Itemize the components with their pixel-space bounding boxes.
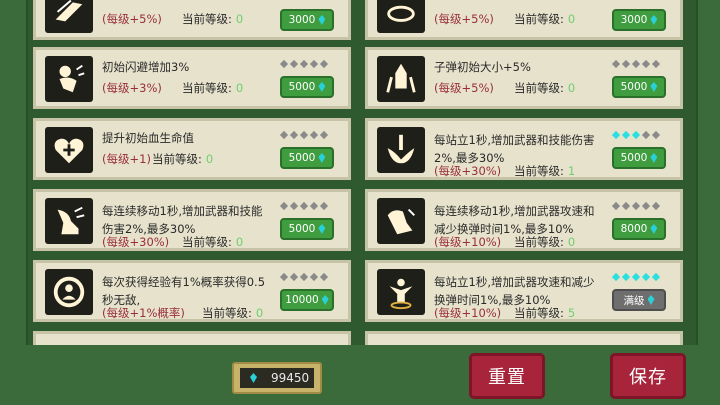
- upgrade-description: 每次获得经验有1%概率获得0.5秒无敌,: [102, 275, 266, 307]
- upgrade-bonus: (每级+30%): [102, 235, 170, 249]
- upgrade-bonus: (每级+10%): [434, 235, 502, 249]
- upgrade-level: 当前等级: 0: [182, 12, 244, 26]
- upgrade-bonus: (每级+3%): [102, 81, 162, 95]
- upgrade-bonus: (每级+5%): [434, 81, 494, 95]
- upgrade-icon: [45, 0, 93, 33]
- gem-icon: [647, 295, 655, 305]
- upgrade-buy-button[interactable]: 3000: [280, 9, 334, 31]
- upgrade-max-button[interactable]: 满级: [612, 289, 666, 311]
- upgrade-progress: [611, 59, 670, 69]
- gem-icon: [650, 153, 658, 163]
- gem-icon: [650, 82, 658, 92]
- upgrade-buy-button[interactable]: 5000: [280, 218, 334, 240]
- upgrade-description: 每站立1秒,增加武器和技能伤害2%,最多30%: [434, 133, 595, 165]
- dodge-icon: [45, 56, 93, 102]
- heart-icon: [45, 127, 93, 173]
- upgrade-card: (每级+5%) 当前等级: 0 3000: [365, 0, 683, 40]
- upgrade-progress: [611, 201, 670, 211]
- currency-amount: 99450: [271, 371, 310, 385]
- upgrade-buy-button[interactable]: 10000: [280, 289, 334, 311]
- upgrade-buy-button[interactable]: 5000: [612, 76, 666, 98]
- upgrade-level: 当前等级: 0: [514, 12, 576, 26]
- upgrade-card: (每级+5%) 当前等级: 0 3000: [33, 0, 351, 40]
- upgrade-description: 子弹初始大小+5%: [434, 60, 531, 74]
- upgrade-bonus: (每级+10%): [434, 306, 502, 320]
- upgrade-level: 当前等级: 1: [514, 164, 576, 178]
- upgrade-level: 当前等级: 0: [152, 152, 214, 166]
- upgrade-card: 每站立1秒,增加武器和技能伤害2%,最多30% (每级+30%) 当前等级: 1 …: [365, 118, 683, 180]
- winged-sword-icon: [377, 127, 425, 173]
- upgrade-level: 当前等级: 5: [514, 306, 576, 320]
- upgrade-level: 当前等级: 0: [182, 81, 244, 95]
- save-button[interactable]: 保存: [610, 353, 686, 399]
- upgrade-progress: [279, 59, 338, 69]
- upgrade-bonus: (每级+5%): [434, 12, 494, 26]
- standing-figure-icon: [377, 269, 425, 315]
- upgrade-card: [365, 331, 683, 345]
- upgrade-progress: [279, 201, 338, 211]
- upgrade-card: 初始闪避增加3% (每级+3%) 当前等级: 0 5000: [33, 47, 351, 109]
- gem-icon: [318, 224, 326, 234]
- upgrade-list[interactable]: (每级+5%) 当前等级: 0 3000 (每级+5%) 当前等级: 0 3000 …: [26, 0, 698, 345]
- upgrade-bonus: (每级+5%): [102, 12, 162, 26]
- upgrade-progress: [611, 130, 670, 140]
- upgrade-level: 当前等级: 0: [514, 235, 576, 249]
- currency-display: 99450: [232, 362, 322, 394]
- gem-icon: [318, 15, 326, 25]
- gem-icon: [250, 373, 257, 383]
- upgrade-progress: [279, 130, 338, 140]
- upgrade-buy-button[interactable]: 5000: [612, 147, 666, 169]
- upgrade-description: 初始闪避增加3%: [102, 60, 190, 74]
- gem-icon: [318, 153, 326, 163]
- upgrade-buy-button[interactable]: 8000: [612, 218, 666, 240]
- upgrade-description: 每连续移动1秒,增加武器和技能伤害2%,最多30%: [102, 204, 263, 236]
- upgrade-description: 提升初始血生命值: [102, 131, 194, 145]
- upgrade-description: 每连续移动1秒,增加武器攻速和减少换弹时间1%,最多10%: [434, 204, 595, 236]
- upgrade-card: 每站立1秒,增加武器攻速和减少换弹时间1%,最多10% (每级+10%) 当前等…: [365, 260, 683, 322]
- upgrade-buy-button[interactable]: 5000: [280, 76, 334, 98]
- upgrade-progress: [611, 272, 670, 282]
- upgrade-level: 当前等级: 0: [182, 235, 244, 249]
- upgrade-buy-button[interactable]: 5000: [280, 147, 334, 169]
- reset-button[interactable]: 重置: [469, 353, 545, 399]
- upgrade-level: 当前等级: 0: [202, 306, 264, 320]
- upgrade-icon: [377, 0, 425, 33]
- shield-bubble-icon: [45, 269, 93, 315]
- upgrade-card: [33, 331, 351, 345]
- winged-boot-icon: [45, 198, 93, 244]
- upgrade-card: 提升初始血生命值 (每级+1) 当前等级: 0 5000: [33, 118, 351, 180]
- upgrade-progress: [279, 272, 338, 282]
- gem-icon: [650, 224, 658, 234]
- upgrade-bonus: (每级+1%概率): [102, 306, 185, 320]
- upgrade-card: 每次获得经验有1%概率获得0.5秒无敌, (每级+1%概率) 当前等级: 0 10…: [33, 260, 351, 322]
- upgrade-description: 每站立1秒,增加武器攻速和减少换弹时间1%,最多10%: [434, 275, 595, 307]
- upgrade-card: 每连续移动1秒,增加武器和技能伤害2%,最多30% (每级+30%) 当前等级:…: [33, 189, 351, 251]
- upgrade-level: 当前等级: 0: [514, 81, 576, 95]
- gem-icon: [318, 82, 326, 92]
- gem-icon: [650, 15, 658, 25]
- upgrade-card: 每连续移动1秒,增加武器攻速和减少换弹时间1%,最多10% (每级+10%) 当…: [365, 189, 683, 251]
- winged-boot-icon: [377, 198, 425, 244]
- upgrade-bonus: (每级+1): [102, 152, 151, 166]
- bullet-icon: [377, 56, 425, 102]
- upgrade-card: 子弹初始大小+5% (每级+5%) 当前等级: 0 5000: [365, 47, 683, 109]
- upgrade-buy-button[interactable]: 3000: [612, 9, 666, 31]
- upgrade-bonus: (每级+30%): [434, 164, 502, 178]
- gem-icon: [321, 295, 329, 305]
